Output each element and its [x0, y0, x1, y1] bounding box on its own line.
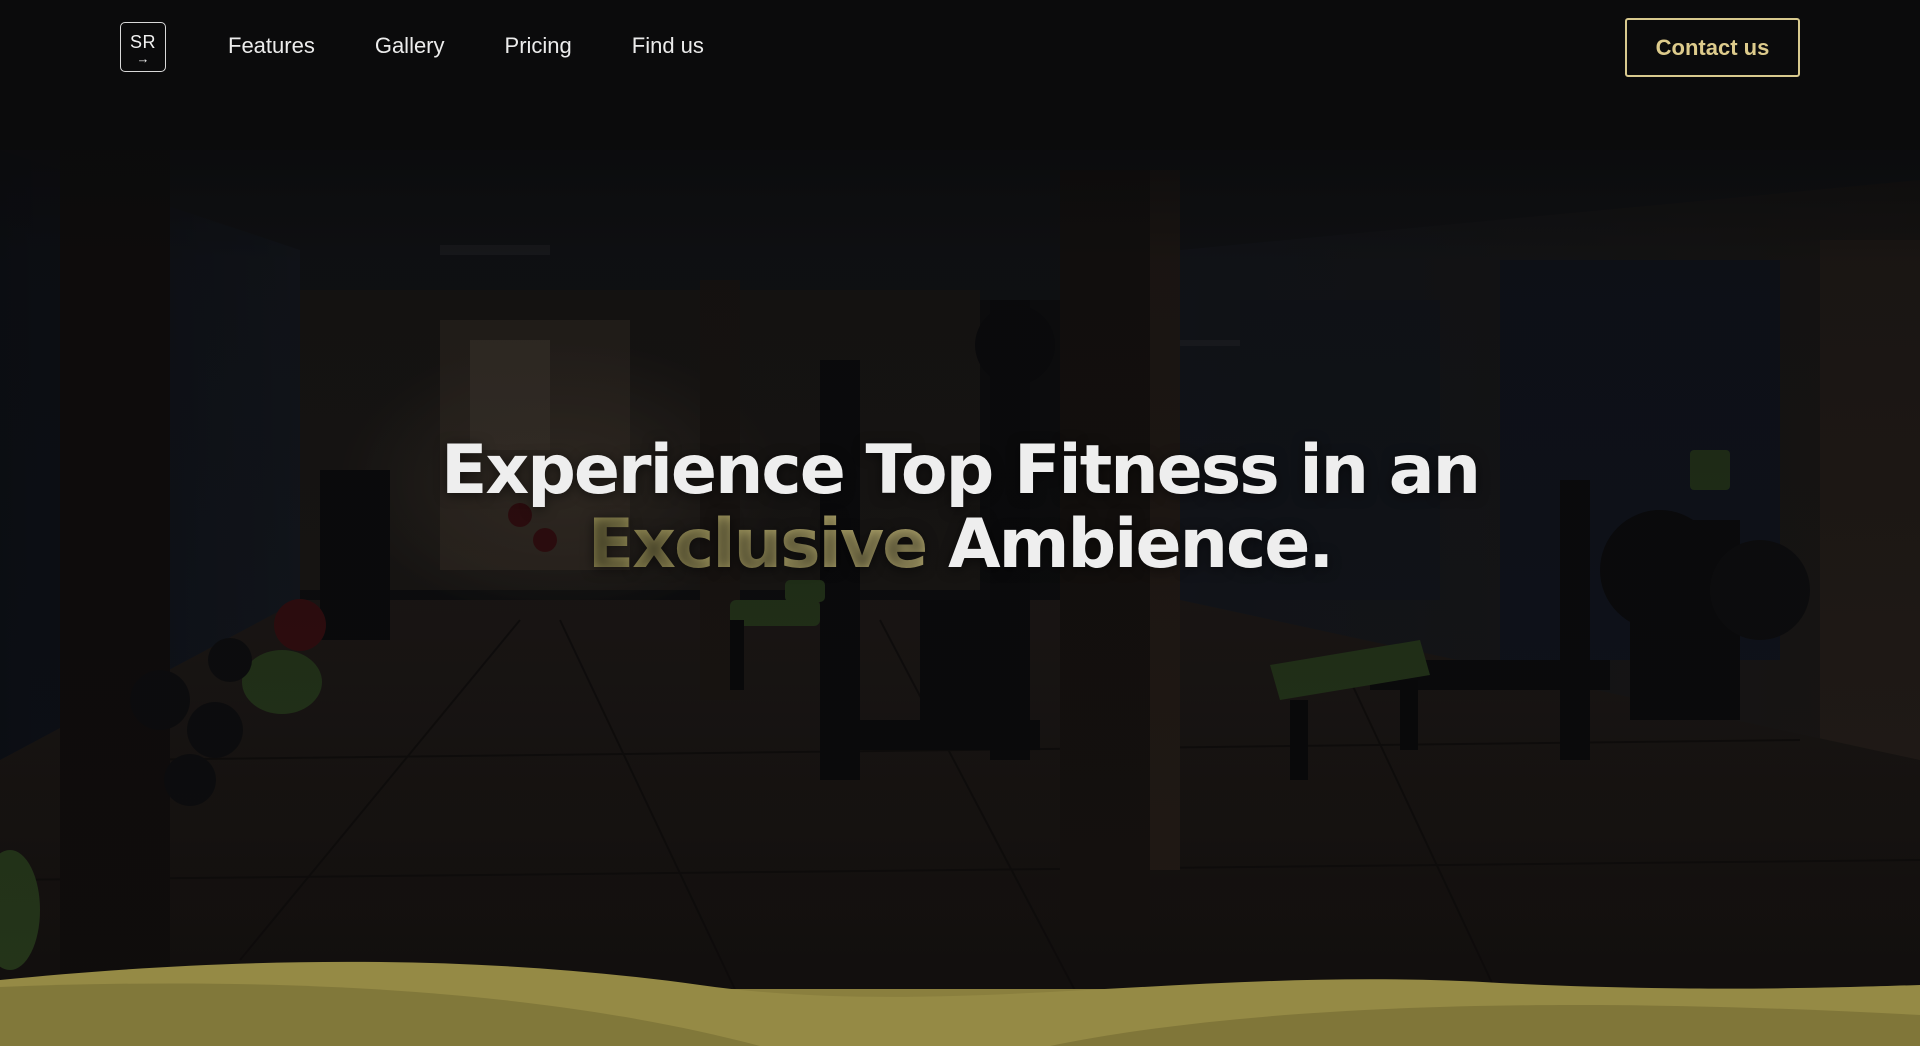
main-nav: Features Gallery Pricing Find us [228, 33, 764, 59]
headline-line-2: Exclusive Ambience. [0, 508, 1920, 582]
hero-headline: Experience Top Fitness in an Exclusive A… [0, 434, 1920, 582]
arrow-right-icon: → [136, 51, 150, 66]
nav-link-gallery[interactable]: Gallery [375, 33, 445, 59]
page: SR → Features Gallery Pricing Find us Co… [0, 0, 1920, 1046]
nav-link-find-us[interactable]: Find us [632, 33, 704, 59]
headline-line-2-rest: Ambience. [926, 505, 1334, 584]
headline-accent-word: Exclusive [587, 505, 929, 584]
logo-text: SR [129, 32, 156, 52]
logo[interactable]: SR → [120, 22, 166, 72]
contact-us-button[interactable]: Contact us [1625, 18, 1800, 77]
bottom-wave-decoration [0, 945, 1920, 1046]
site-header: SR → Features Gallery Pricing Find us Co… [0, 0, 1920, 96]
nav-link-features[interactable]: Features [228, 33, 315, 59]
nav-link-pricing[interactable]: Pricing [505, 33, 572, 59]
headline-line-1: Experience Top Fitness in an [440, 431, 1481, 510]
